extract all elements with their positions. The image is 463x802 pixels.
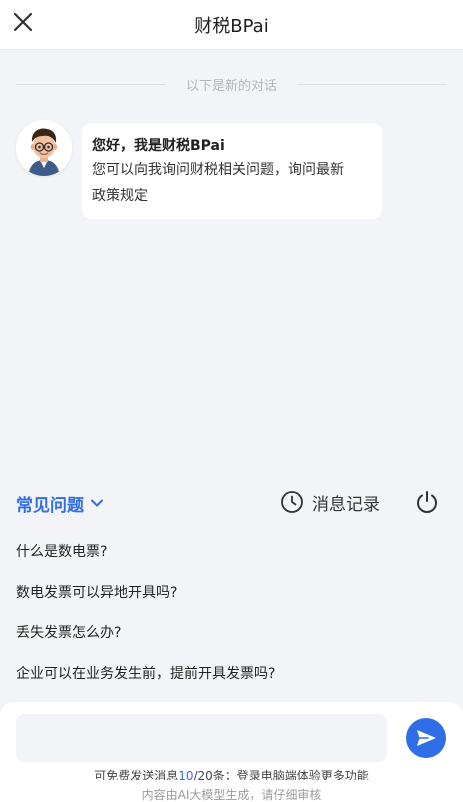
- ai-disclaimer: 内容由AI大模型生成，请仔细审核: [141, 788, 322, 802]
- message-input[interactable]: [16, 714, 387, 762]
- faq-item[interactable]: 什么是数电票?: [16, 542, 107, 562]
- send-button[interactable]: [406, 718, 446, 758]
- divider-line-left: [16, 83, 166, 85]
- message-history-button[interactable]: 消息记录: [280, 488, 380, 516]
- send-icon: [417, 730, 436, 746]
- bot-message-bubble: 您好，我是财税BPai 您可以向我询问财税相关问题，询问最新 政策规定: [82, 123, 382, 219]
- message-composer: 可免费发送消息10/20条；登录电脑端体验更多功能 内容由AI大模型生成，请仔细…: [0, 702, 463, 802]
- divider-text: 以下是新的对话: [186, 78, 278, 94]
- power-icon: [417, 491, 437, 513]
- power-button[interactable]: [414, 489, 440, 515]
- page-title: 财税BPai: [194, 16, 269, 37]
- divider-line-right: [297, 83, 448, 85]
- faq-item[interactable]: 数电发票可以异地开具吗?: [16, 583, 177, 603]
- message-quota-notice: 可免费发送消息10/20条；登录电脑端体验更多功能: [0, 768, 463, 780]
- faq-toggle-button[interactable]: 常见问题: [16, 490, 104, 516]
- quota-prefix: 可免费发送消息: [94, 769, 179, 780]
- bot-greeting-line-1: 您可以向我询问财税相关问题，询问最新: [92, 162, 344, 178]
- chevron-down-icon: [91, 499, 103, 507]
- quota-used-count: 10: [178, 769, 194, 780]
- message-history-label: 消息记录: [312, 494, 380, 515]
- clock-icon: [281, 491, 303, 513]
- faq-item[interactable]: 丢失发票怎么办?: [16, 623, 121, 643]
- new-conversation-divider: 以下是新的对话: [16, 74, 448, 94]
- bot-greeting-title: 您好，我是财税BPai: [92, 138, 225, 154]
- cartoon-man-avatar-icon: [16, 120, 72, 176]
- faq-item[interactable]: 企业可以在业务发生前，提前开具发票吗?: [16, 664, 275, 684]
- top-bar: 财税BPai: [0, 0, 463, 50]
- faq-toggle-label: 常见问题: [16, 495, 84, 516]
- quota-suffix: /20条；登录电脑端体验更多功能: [193, 769, 369, 780]
- bot-avatar: [16, 120, 72, 176]
- bot-greeting-line-2: 政策规定: [92, 188, 148, 204]
